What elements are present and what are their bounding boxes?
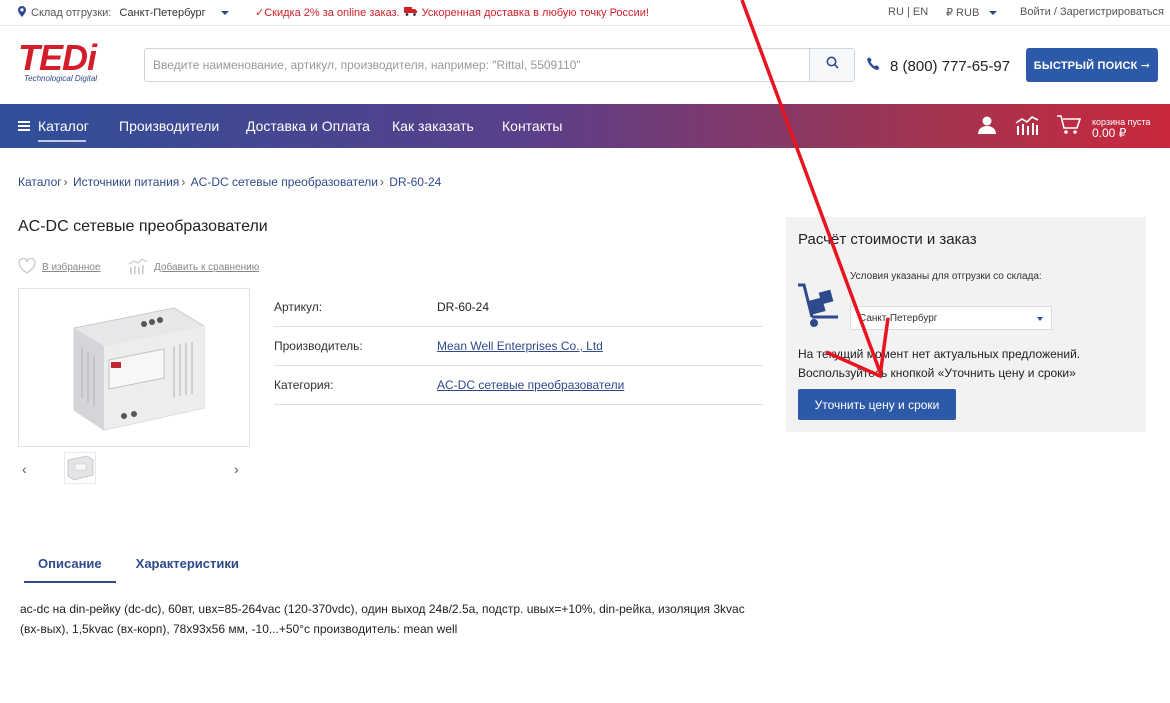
manufacturer-link[interactable]: Mean Well Enterprises Co., Ltd [437, 339, 603, 353]
no-offers-message: На текущий момент нет актуальных предлож… [798, 347, 1081, 380]
category-link[interactable]: AC-DC сетевые преобразователи [437, 378, 624, 392]
breadcrumb-item[interactable]: AC-DC сетевые преобразователи [191, 175, 378, 189]
search-input[interactable] [145, 49, 809, 81]
thumbnail[interactable] [64, 452, 96, 484]
cart-icon[interactable] [1056, 114, 1082, 141]
property-value: DR-60-24 [437, 300, 490, 314]
nav-item-delivery[interactable]: Доставка и Оплата [246, 118, 370, 134]
property-key: Категория: [274, 378, 334, 392]
location-pin-icon [18, 6, 26, 20]
quick-search-button[interactable]: БЫСТРЫЙ ПОИСК ➞ [1026, 48, 1158, 82]
breadcrumb-item[interactable]: Источники питания [73, 175, 179, 189]
favorites-label: В избранное [42, 262, 101, 273]
panel-title: Расчёт стоимости и заказ [798, 231, 977, 248]
search-bar [144, 48, 855, 82]
main-nav: Каталог Производители Доставка и Оплата … [0, 104, 1170, 148]
warehouse-city[interactable]: Санкт-Петербург [119, 7, 205, 19]
add-to-favorites[interactable]: В избранное [18, 257, 101, 277]
warehouse-label: Склад отгрузки: [31, 7, 112, 19]
property-key: Артикул: [274, 300, 323, 314]
product-tabs: Описание Характеристики [24, 556, 253, 583]
breadcrumb-item[interactable]: DR-60-24 [389, 175, 441, 189]
active-indicator [38, 140, 86, 142]
tab-description[interactable]: Описание [24, 556, 116, 583]
property-key: Производитель: [274, 339, 363, 353]
truck-icon [403, 6, 418, 19]
phone-icon [866, 56, 882, 76]
chevron-down-icon[interactable] [220, 11, 229, 15]
power-supply-illustration [73, 306, 205, 431]
logo[interactable]: TEDi Technological Digital [18, 40, 118, 92]
search-button[interactable] [809, 49, 854, 81]
user-icon[interactable] [976, 114, 998, 141]
cart-summary[interactable]: корзина пуста 0.00 ₽ [1092, 117, 1150, 139]
search-icon [826, 56, 839, 74]
page-title: AC-DC сетевые преобразователи [18, 218, 268, 235]
logo-subtitle: Technological Digital [24, 74, 98, 83]
hand-truck-icon [796, 283, 840, 334]
warehouse-selector[interactable]: Склад отгрузки: Санкт-Петербург [18, 6, 229, 20]
nav-item-catalog[interactable]: Каталог [18, 118, 89, 142]
top-strip: Склад отгрузки: Санкт-Петербург ✓Скидка … [0, 0, 1170, 26]
logo-word: TEDi [18, 37, 97, 78]
cart-sum: 0.00 ₽ [1092, 125, 1127, 140]
currency-selector[interactable]: ₽ RUB [946, 6, 998, 19]
chevron-down-icon [1037, 317, 1043, 321]
login-link[interactable]: Войти / Зарегистрироваться [1020, 6, 1164, 18]
language-switch[interactable]: RU | EN [888, 6, 928, 18]
heart-icon [18, 257, 36, 277]
chevron-right-icon[interactable]: › [234, 461, 239, 477]
menu-icon [18, 121, 30, 131]
phone-number[interactable]: 8 (800) 777-65-97 [890, 58, 1010, 75]
tab-specifications[interactable]: Характеристики [122, 556, 253, 583]
compare-chart-icon [128, 258, 148, 277]
property-row: Категория: AC-DC сетевые преобразователи [274, 366, 763, 405]
warehouse-dropdown[interactable]: Санкт-Петербург [850, 306, 1052, 330]
property-row: Артикул: DR-60-24 [274, 288, 763, 327]
thumbnail-strip: ‹ › [18, 452, 250, 484]
price-order-panel: Расчёт стоимости и заказ Условия указаны… [786, 217, 1146, 432]
currency-label: ₽ RUB [946, 7, 980, 19]
product-image[interactable] [18, 288, 250, 447]
promo-discount: ✓Скидка 2% за online заказ. [255, 7, 400, 19]
request-price-button[interactable]: Уточнить цену и сроки [798, 389, 956, 420]
property-row: Производитель: Mean Well Enterprises Co.… [274, 327, 763, 366]
promo-banner: ✓Скидка 2% за online заказ. Ускоренная д… [255, 6, 649, 20]
shipping-condition: Условия указаны для отгрузки со склада: [850, 271, 1042, 282]
compare-chart-icon[interactable] [1014, 114, 1040, 141]
chevron-left-icon[interactable]: ‹ [22, 461, 27, 477]
breadcrumb: Каталог › Источники питания › AC-DC сетевы… [18, 175, 442, 189]
nav-item-how-to-order[interactable]: Как заказать [392, 118, 474, 134]
nav-item-manufacturers[interactable]: Производители [119, 118, 219, 134]
warehouse-dropdown-value: Санкт-Петербург [859, 312, 938, 324]
nav-item-contacts[interactable]: Контакты [502, 118, 562, 134]
compare-label: Добавить к сравнению [154, 262, 260, 273]
breadcrumb-item[interactable]: Каталог [18, 175, 62, 189]
product-description: ac-dc на din-рейку (dc-dc), 60вт, uвх=85… [20, 602, 745, 636]
nav-icons: корзина пуста 0.00 ₽ [976, 114, 1150, 141]
product-properties: Артикул: DR-60-24 Производитель: Mean We… [274, 288, 763, 405]
phone-contact[interactable]: 8 (800) 777-65-97 [866, 56, 1010, 76]
nav-item-label: Каталог [38, 118, 89, 134]
chevron-down-icon[interactable] [989, 10, 998, 15]
add-to-compare[interactable]: Добавить к сравнению [128, 258, 259, 277]
promo-delivery: Ускоренная доставка в любую точку России… [421, 6, 649, 19]
